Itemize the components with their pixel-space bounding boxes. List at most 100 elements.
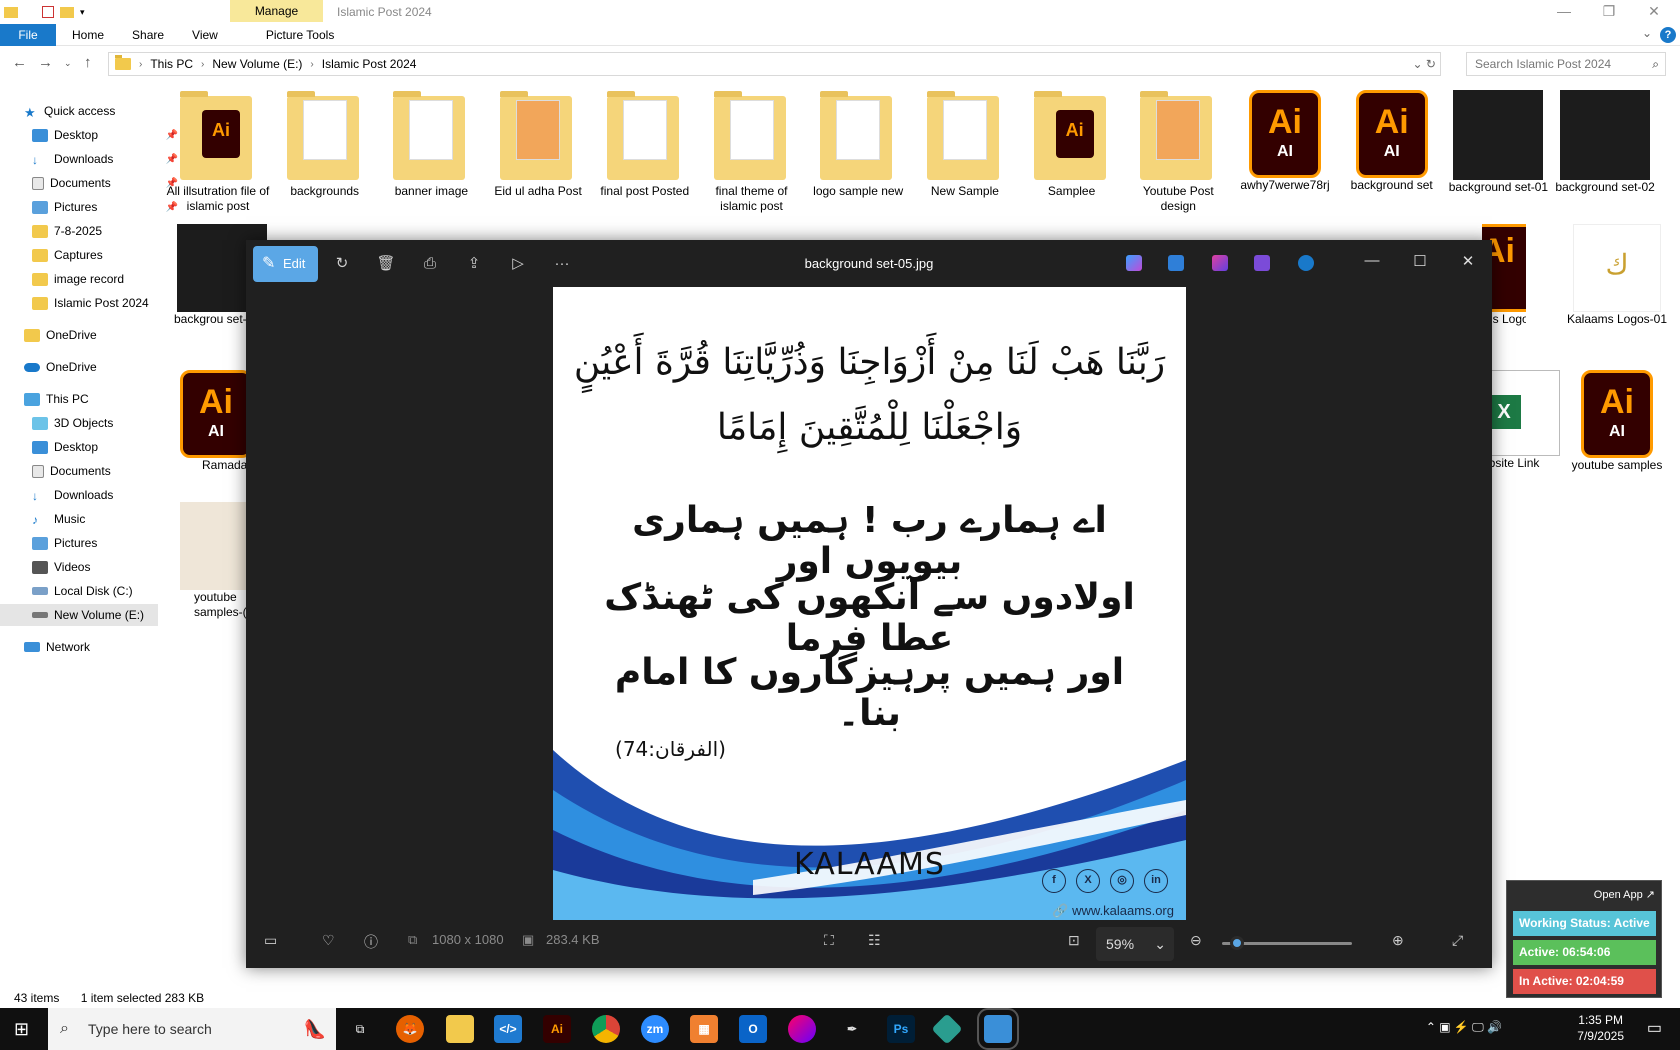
nav-this-pc[interactable]: This PC bbox=[24, 388, 182, 410]
delete-icon[interactable]: 🗑 bbox=[372, 250, 400, 278]
app-icon[interactable] bbox=[931, 1013, 963, 1045]
rotate-icon[interactable]: ↻ bbox=[328, 250, 356, 278]
copilot-icon[interactable] bbox=[1126, 255, 1142, 271]
actual-size-icon[interactable]: ⊡ bbox=[1068, 932, 1080, 949]
tab-share[interactable]: Share bbox=[118, 24, 178, 46]
creative-cloud-icon[interactable] bbox=[788, 1015, 816, 1043]
clock[interactable]: 1:35 PM 7/9/2025 bbox=[1577, 1012, 1624, 1044]
maximize-icon[interactable]: ☐ bbox=[1408, 252, 1432, 270]
zoom-slider-knob[interactable] bbox=[1230, 936, 1244, 950]
nav-quick-access[interactable]: ★ Quick access bbox=[24, 100, 182, 122]
zoom-slider[interactable] bbox=[1222, 936, 1352, 950]
firefox-icon[interactable]: 🦊 bbox=[396, 1015, 424, 1043]
file-item[interactable]: Ai Samplee bbox=[1018, 90, 1126, 199]
text-recognition-icon[interactable]: ☷ bbox=[868, 932, 881, 949]
tab-file[interactable]: File bbox=[0, 23, 56, 46]
chevron-down-icon[interactable]: ▾ bbox=[80, 7, 85, 18]
expand-ribbon-icon[interactable]: ⌄ bbox=[1642, 26, 1652, 40]
fullscreen-icon[interactable]: ⤢ bbox=[1452, 932, 1463, 949]
nav-captures[interactable]: Captures bbox=[32, 244, 190, 266]
zoom-icon[interactable]: zm bbox=[641, 1015, 669, 1043]
maximize-icon[interactable]: ❐ bbox=[1589, 0, 1629, 22]
photos-icon[interactable] bbox=[977, 1008, 1019, 1050]
vscode-icon[interactable]: </> bbox=[494, 1015, 522, 1043]
recent-locations-icon[interactable]: ⌄ bbox=[64, 58, 72, 69]
nav-pc-documents[interactable]: Documents bbox=[32, 460, 190, 482]
file-item[interactable]: X ebsite Link bbox=[1482, 370, 1562, 471]
file-item[interactable]: final theme of islamic post bbox=[698, 90, 806, 214]
file-item[interactable]: ك Kalaams Logos-01 bbox=[1563, 224, 1671, 327]
nav-pc-pictures[interactable]: Pictures bbox=[32, 532, 190, 554]
photoshop-icon[interactable]: Ps bbox=[887, 1015, 915, 1043]
nav-new-volume[interactable]: New Volume (E:) bbox=[0, 604, 158, 626]
designer-icon[interactable] bbox=[1168, 255, 1184, 271]
tab-picture-tools[interactable]: Picture Tools bbox=[252, 24, 348, 46]
refresh-icon[interactable]: ⌄ ↻ bbox=[1413, 57, 1436, 71]
chrome-icon[interactable] bbox=[592, 1015, 620, 1043]
new-folder-icon[interactable] bbox=[60, 6, 74, 18]
tab-home[interactable]: Home bbox=[58, 24, 118, 46]
nav-onedrive-folder[interactable]: OneDrive bbox=[24, 324, 182, 346]
file-item[interactable]: youtube samples-( bbox=[172, 502, 248, 620]
nav-music[interactable]: ♪ Music bbox=[32, 508, 190, 530]
properties-icon[interactable] bbox=[42, 6, 54, 18]
visual-search-icon[interactable]: ⛶ bbox=[824, 932, 834, 949]
file-item[interactable]: banner image bbox=[377, 90, 485, 199]
tab-view[interactable]: View bbox=[178, 24, 232, 46]
task-view-icon[interactable]: ⧉ bbox=[346, 1015, 374, 1043]
nav-image-record[interactable]: image record bbox=[32, 268, 190, 290]
minimize-icon[interactable]: — bbox=[1544, 0, 1584, 22]
nav-pc-desktop[interactable]: Desktop bbox=[32, 436, 190, 458]
info-icon[interactable]: ⓘ bbox=[364, 932, 378, 952]
file-item[interactable]: backgrounds bbox=[271, 90, 379, 199]
breadcrumb-this-pc[interactable]: This PC bbox=[150, 57, 193, 71]
file-item[interactable]: AiAI Ramadan bbox=[172, 370, 248, 473]
address-bar[interactable]: › This PC › New Volume (E:) › Islamic Po… bbox=[108, 52, 1441, 76]
nav-folder-7-8-2025[interactable]: 7-8-2025 bbox=[32, 220, 190, 242]
slideshow-icon[interactable]: ▷ bbox=[504, 250, 532, 278]
nav-onedrive[interactable]: OneDrive bbox=[24, 356, 182, 378]
video-editor-icon[interactable] bbox=[1254, 255, 1270, 271]
zoom-out-icon[interactable]: ⊖ bbox=[1190, 932, 1202, 949]
nav-local-disk[interactable]: Local Disk (C:) bbox=[32, 580, 190, 602]
illustrator-icon[interactable]: Ai bbox=[543, 1015, 571, 1043]
file-item[interactable]: final post Posted bbox=[591, 90, 699, 199]
share-icon[interactable]: ⇪ bbox=[460, 250, 488, 278]
folder-icon[interactable] bbox=[4, 6, 18, 18]
file-item[interactable]: Ai AI youtube samples bbox=[1563, 370, 1671, 473]
file-item[interactable]: New Sample bbox=[911, 90, 1019, 199]
nav-pc-downloads[interactable]: ↓ Downloads bbox=[32, 484, 190, 506]
pen-tool-icon[interactable]: ✒ bbox=[838, 1015, 866, 1043]
file-item[interactable]: logo sample new bbox=[804, 90, 912, 199]
back-icon[interactable]: ← bbox=[12, 54, 27, 71]
file-item[interactable]: Youtube Post design bbox=[1124, 90, 1232, 214]
open-app-link[interactable]: Open App ↗ bbox=[1594, 888, 1655, 901]
nav-network[interactable]: Network bbox=[24, 636, 182, 658]
outlook-icon[interactable]: O bbox=[739, 1015, 767, 1043]
file-item[interactable]: background set-02 bbox=[1551, 90, 1659, 195]
edit-button[interactable]: Edit bbox=[253, 246, 318, 282]
file-explorer-icon[interactable] bbox=[446, 1015, 474, 1043]
nav-islamic-post[interactable]: Islamic Post 2024 bbox=[32, 292, 190, 314]
help-icon[interactable]: ? bbox=[1660, 27, 1676, 43]
windows-start-icon[interactable]: ⊞ bbox=[14, 1019, 29, 1040]
breadcrumb-folder[interactable]: Islamic Post 2024 bbox=[322, 57, 417, 71]
clipchamp-icon[interactable] bbox=[1212, 255, 1228, 271]
up-icon[interactable]: ↑ bbox=[84, 54, 92, 71]
search-input[interactable]: Search Islamic Post 2024 ⌕ bbox=[1466, 52, 1666, 76]
zoom-in-icon[interactable]: ⊕ bbox=[1392, 932, 1404, 949]
print-icon[interactable]: ⎙ bbox=[416, 250, 444, 278]
minimize-icon[interactable]: — bbox=[1360, 252, 1384, 269]
breadcrumb-volume[interactable]: New Volume (E:) bbox=[212, 57, 302, 71]
nav-videos[interactable]: Videos bbox=[32, 556, 190, 578]
nav-3d-objects[interactable]: 3D Objects bbox=[32, 412, 190, 434]
file-item[interactable]: Ai AI background set bbox=[1338, 90, 1446, 193]
file-item[interactable]: background set-01 bbox=[1444, 90, 1552, 195]
more-options-icon[interactable]: ··· bbox=[548, 250, 576, 278]
file-item[interactable]: Eid ul adha Post bbox=[484, 90, 592, 199]
forward-icon[interactable]: → bbox=[38, 54, 53, 71]
system-tray-icons[interactable]: ⌃ ▣ ⚡ 🖵 🔊 bbox=[1426, 1020, 1502, 1035]
zoom-level-dropdown[interactable]: 59% ⌄ bbox=[1096, 927, 1174, 961]
manage-tab[interactable]: Manage bbox=[230, 0, 323, 22]
app-icon[interactable]: ▦ bbox=[690, 1015, 718, 1043]
